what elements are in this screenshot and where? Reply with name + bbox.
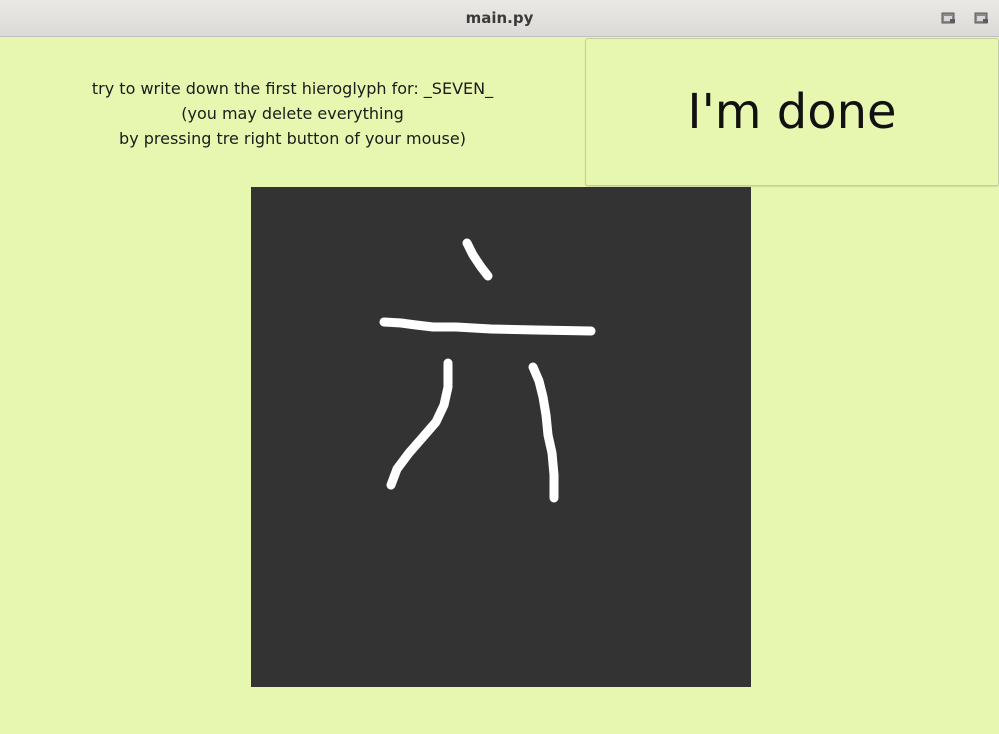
drawing-canvas[interactable] [251,187,751,687]
stroke-dot [462,238,493,281]
restore-window-icon[interactable] [941,11,957,25]
app-window: main.py try to write down the first hier… [0,0,999,734]
handwritten-strokes [379,238,596,503]
window-title: main.py [465,9,534,27]
stroke-right-leg [528,362,559,503]
instruction-text: try to write down the first hieroglyph f… [0,76,585,151]
instruction-line-3: by pressing tre right button of your mou… [119,129,466,148]
done-button[interactable]: I'm done [585,38,999,186]
instruction-line-1: try to write down the first hieroglyph f… [91,79,494,98]
instruction-line-2: (you may delete everything [181,104,404,123]
stroke-horizontal [379,317,596,336]
title-bar: main.py [0,0,999,37]
stroke-left-leg [386,358,453,490]
maximize-window-icon[interactable] [974,11,990,25]
